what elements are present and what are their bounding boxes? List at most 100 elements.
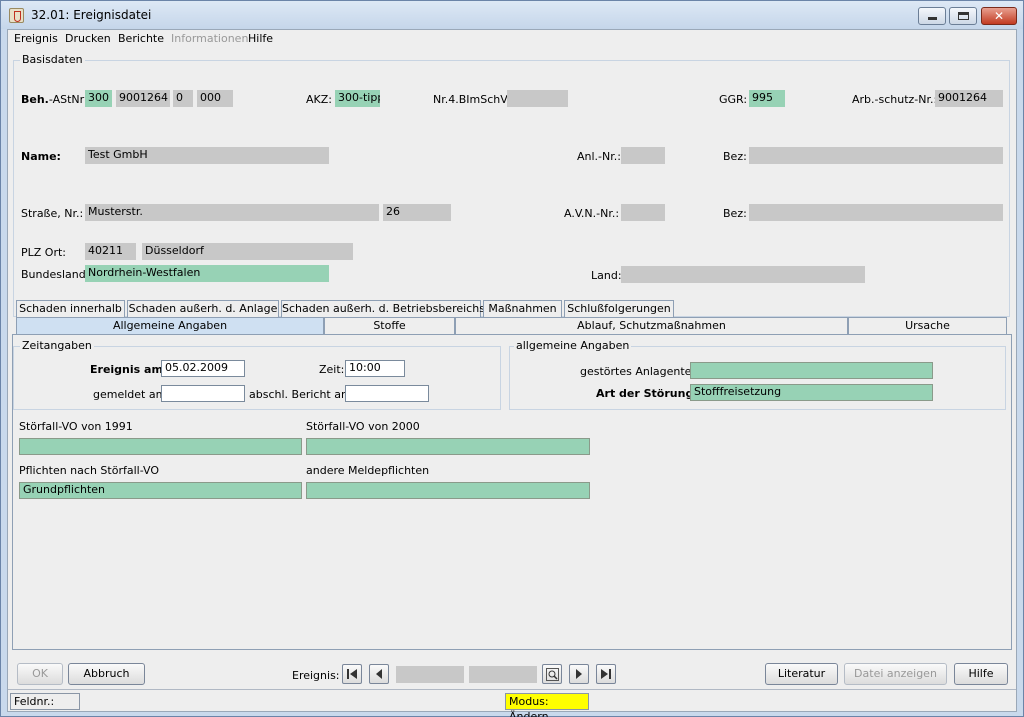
menu-bar: Ereignis Drucken Berichte Informationen … [8,30,1016,46]
ggr-label: GGR: [719,93,748,106]
anl-nr-label: Anl.-Nr.: [577,150,621,163]
beh-astnr-field-4[interactable]: 000 [197,90,233,107]
basisdaten-legend: Basisdaten [20,53,85,66]
bez-field-1[interactable] [749,147,1003,164]
tab-ursache[interactable]: Ursache [848,317,1007,334]
stoerfall-vo-2000-field[interactable] [306,438,590,455]
beh-label-bold: Beh. [21,93,49,106]
ereignis-am-field[interactable]: 05.02.2009 [161,360,245,377]
andere-meldepflichten-label: andere Meldepflichten [306,464,430,477]
next-record-icon [576,669,582,679]
menu-ereignis[interactable]: Ereignis [14,32,58,45]
last-record-icon [601,669,611,679]
feldnr-field: Feldnr.: [10,693,80,710]
close-icon: ✕ [993,9,1005,23]
menu-berichte[interactable]: Berichte [118,32,164,45]
name-label: Name: [21,150,61,163]
land-field[interactable] [621,266,865,283]
akz-label: AKZ: [306,93,332,106]
tab-schaden-ausserh-anlage[interactable]: Schaden außerh. d. Anlage [127,300,279,317]
status-bar: Feldnr.: Modus: Ändern [8,689,1016,717]
anlagenteil-field[interactable] [690,362,933,379]
ggr-field[interactable]: 995 [749,90,785,107]
name-field[interactable]: Test GmbH [85,147,329,164]
pflichten-label: Pflichten nach Störfall-VO [19,464,160,477]
close-button[interactable]: ✕ [981,7,1017,25]
bez-label-2: Bez: [723,207,747,220]
tab-ablauf-schutzmassnahmen[interactable]: Ablauf, Schutzmaßnahmen [455,317,848,334]
tab-schaden-innerhalb[interactable]: Schaden innerhalb [16,300,125,317]
minimize-button[interactable] [918,7,946,25]
abschl-bericht-field[interactable] [345,385,429,402]
stoerfall-vo-2000-label: Störfall-VO von 2000 [306,420,420,433]
ereignis-nav-field-1[interactable] [396,666,464,683]
application-window: 32.01: Ereignisdatei ✕ Ereignis Drucken … [0,0,1024,717]
main-panel: Ereignis Drucken Berichte Informationen … [7,29,1017,717]
menu-hilfe[interactable]: Hilfe [248,32,273,45]
ort-field[interactable]: Düsseldorf [142,243,353,260]
avn-nr-field[interactable] [621,204,665,221]
previous-record-button[interactable] [369,664,389,684]
bundesland-label: Bundesland: [21,268,90,281]
abschl-bericht-label: abschl. Bericht am: [249,388,356,401]
pflichten-field[interactable]: Grundpflichten [19,482,302,499]
tab-schlussfolgerungen[interactable]: Schlußfolgerungen [564,300,674,317]
arbschutz-label: Arb.-schutz-Nr.: [852,93,938,106]
tab-schaden-ausserh-betriebsbereich[interactable]: Schaden außerh. d. Betriebsbereichs [281,300,485,317]
previous-record-icon [376,669,382,679]
maximize-button[interactable] [949,7,977,25]
first-record-button[interactable] [342,664,362,684]
bez-field-2[interactable] [749,204,1003,221]
tab-allgemeine-angaben[interactable]: Allgemeine Angaben [16,317,324,334]
ereignis-am-label: Ereignis am: [90,363,168,376]
java-app-icon [9,8,24,23]
abbruch-button[interactable]: Abbruch [68,663,145,685]
anlagenteil-label: gestörtes Anlagenteil: [580,365,702,378]
plz-ort-label: PLZ Ort: [21,246,66,259]
literatur-button[interactable]: Literatur [765,663,838,685]
ok-button[interactable]: OK [17,663,63,685]
bundesland-field[interactable]: Nordrhein-Westfalen [85,265,329,282]
plz-field[interactable]: 40211 [85,243,136,260]
tab-stoffe[interactable]: Stoffe [324,317,455,334]
beh-astnr-field-3[interactable]: 0 [173,90,193,107]
nr4-bimschv-field[interactable] [507,90,568,107]
ereignis-nav-label: Ereignis: [292,669,340,682]
hausnr-field[interactable]: 26 [383,204,451,221]
menu-drucken[interactable]: Drucken [65,32,111,45]
hilfe-button[interactable]: Hilfe [954,663,1008,685]
zeit-field[interactable]: 10:00 [345,360,405,377]
gemeldet-am-field[interactable] [161,385,245,402]
title-bar[interactable]: 32.01: Ereignisdatei ✕ [1,1,1023,29]
last-record-button[interactable] [596,664,616,684]
allgemeine-angaben-legend: allgemeine Angaben [514,339,632,352]
window-title: 32.01: Ereignisdatei [31,8,152,22]
beh-label-rest: -AStNr: [48,93,88,106]
akz-field[interactable]: 300-tipp [335,90,380,107]
modus-status: Modus: Ändern [505,693,589,717]
strasse-label: Straße, Nr.: [21,207,84,220]
next-record-button[interactable] [569,664,589,684]
stoerfall-vo-1991-field[interactable] [19,438,302,455]
tab-massnahmen[interactable]: Maßnahmen [483,300,562,317]
gemeldet-am-label: gemeldet am: [93,388,171,401]
minimize-icon [928,17,937,20]
land-label: Land: [591,269,622,282]
strasse-field[interactable]: Musterstr. [85,204,379,221]
menu-informationen[interactable]: Informationen [171,32,248,45]
zeitangaben-legend: Zeitangaben [20,339,94,352]
art-der-stoerung-field[interactable]: Stofffreisetzung [690,384,933,401]
andere-meldepflichten-field[interactable] [306,482,590,499]
art-der-stoerung-label: Art der Störung: [596,387,698,400]
datei-anzeigen-button[interactable]: Datei anzeigen [844,663,947,685]
beh-astnr-field-2[interactable]: 9001264 [116,90,170,107]
ereignis-nav-field-2[interactable] [469,666,537,683]
search-record-button[interactable] [542,664,562,684]
first-record-icon [347,669,357,679]
zeit-label: Zeit: [319,363,345,376]
arbschutz-field[interactable]: 9001264 [935,90,1003,107]
stoerfall-vo-1991-label: Störfall-VO von 1991 [19,420,133,433]
beh-astnr-label: Beh.-AStNr: [21,93,88,106]
anl-nr-field[interactable] [621,147,665,164]
beh-astnr-field-1[interactable]: 300 [85,90,112,107]
